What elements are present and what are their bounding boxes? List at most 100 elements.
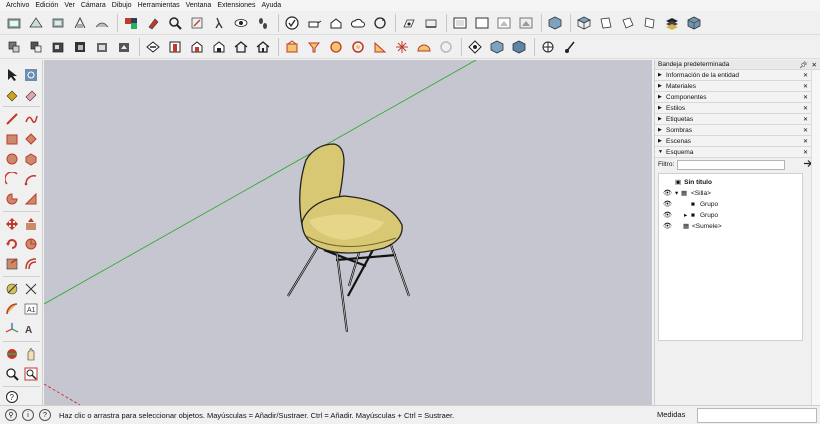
select-icon[interactable]	[3, 66, 21, 84]
eye-icon[interactable]	[231, 13, 251, 33]
close-icon[interactable]: ✕	[803, 94, 808, 101]
flip-edge-icon[interactable]	[414, 37, 434, 57]
right-view-icon[interactable]	[618, 13, 638, 33]
three-point-arc-icon[interactable]	[22, 190, 40, 208]
back-edges-icon[interactable]	[472, 13, 492, 33]
lock-icon[interactable]	[92, 37, 112, 57]
close-icon[interactable]: ✕	[803, 116, 808, 123]
offset-icon[interactable]	[22, 255, 40, 273]
close-icon[interactable]: ✕	[803, 127, 808, 134]
iso-view-icon[interactable]	[545, 13, 565, 33]
panel-entity-info[interactable]: ▶ Información de la entidad ✕	[655, 69, 820, 80]
intersect-icon[interactable]	[304, 37, 324, 57]
save-icon[interactable]	[436, 37, 456, 57]
search-icon[interactable]	[165, 13, 185, 33]
back-view-icon[interactable]	[640, 13, 660, 33]
section-display-icon[interactable]	[421, 13, 441, 33]
scale-icon[interactable]	[3, 255, 21, 273]
add-detail-icon[interactable]	[253, 37, 273, 57]
outliner-item-silla[interactable]: 👁︎ ▾ ▦ <Silla>	[659, 188, 799, 198]
split-icon[interactable]	[392, 37, 412, 57]
warehouse-icon[interactable]	[326, 13, 346, 33]
outliner-item-sumele[interactable]: 👁︎ ▦ <Sumele>	[659, 221, 799, 231]
orbit-tool-icon[interactable]	[3, 345, 21, 363]
hidden-line-icon[interactable]	[516, 13, 536, 33]
monochrome-icon[interactable]	[684, 13, 704, 33]
credits-icon[interactable]: i	[22, 409, 34, 421]
visibility-eye-icon[interactable]: 👁︎	[663, 200, 672, 208]
menu-ayuda[interactable]: Ayuda	[258, 0, 284, 11]
panel-shadows[interactable]: ▶ Sombras ✕	[655, 124, 820, 135]
shaded-icon[interactable]	[662, 13, 682, 33]
cloud-icon[interactable]	[348, 13, 368, 33]
front-view-icon[interactable]	[596, 13, 616, 33]
orbit-icon[interactable]	[465, 37, 485, 57]
menu-ver[interactable]: Ver	[61, 0, 78, 11]
pan-icon[interactable]	[487, 37, 507, 57]
top-view-icon[interactable]	[574, 13, 594, 33]
dimension-tool-icon[interactable]	[22, 280, 40, 298]
toggle-terrain-icon[interactable]	[560, 37, 580, 57]
wireframe-icon[interactable]	[494, 13, 514, 33]
pan-tool-icon[interactable]	[22, 345, 40, 363]
menu-camara[interactable]: Cámara	[78, 0, 109, 11]
zoom-icon[interactable]	[509, 37, 529, 57]
expand-arrow-icon[interactable]: ▾	[675, 189, 678, 197]
help-icon[interactable]: ?	[3, 388, 21, 406]
close-icon[interactable]: ✕	[803, 83, 808, 90]
protractor-icon[interactable]	[48, 13, 68, 33]
rotate-icon[interactable]	[3, 235, 21, 253]
close-icon[interactable]: ✕	[803, 138, 808, 145]
lasso-icon[interactable]	[22, 66, 40, 84]
follow-me-icon[interactable]	[22, 235, 40, 253]
menu-archivo[interactable]: Archivo	[3, 0, 32, 11]
close-icon[interactable]: ✕	[803, 72, 808, 79]
text-tool-icon[interactable]: A1	[22, 300, 40, 318]
visibility-eye-icon[interactable]: 👁︎	[663, 211, 672, 219]
eraser-icon[interactable]	[22, 86, 40, 104]
xray-icon[interactable]	[450, 13, 470, 33]
outliner-item-grupo-1[interactable]: 👁︎ ■ Grupo	[659, 199, 799, 209]
paint-bucket-tool-icon[interactable]	[3, 86, 21, 104]
panel-scenes[interactable]: ▶ Escenas ✕	[655, 135, 820, 146]
panel-tags[interactable]: ▶ Etiquetas ✕	[655, 113, 820, 124]
circle-icon[interactable]	[3, 150, 21, 168]
menu-extensiones[interactable]: Extensiones	[214, 0, 258, 11]
axes-tool-icon[interactable]	[3, 320, 21, 338]
subtract-icon[interactable]	[348, 37, 368, 57]
pie-icon[interactable]	[3, 190, 21, 208]
menu-dibujo[interactable]: Dibujo	[109, 0, 135, 11]
explode-icon[interactable]	[70, 37, 90, 57]
visibility-eye-icon[interactable]: 👁︎	[663, 189, 672, 197]
look-around-icon[interactable]	[187, 13, 207, 33]
expand-arrow-icon[interactable]: ▸	[684, 211, 687, 219]
text-icon[interactable]	[70, 13, 90, 33]
outliner-item-grupo-2[interactable]: 👁︎ ▸ ■ Grupo	[659, 210, 799, 220]
tray-scrollbar[interactable]	[811, 70, 820, 405]
line-icon[interactable]	[3, 110, 21, 128]
sandbox-contours-icon[interactable]	[114, 37, 134, 57]
panel-materials[interactable]: ▶ Materiales ✕	[655, 80, 820, 91]
tape-measure-tool-icon[interactable]	[3, 280, 21, 298]
stamp-icon[interactable]	[187, 37, 207, 57]
close-icon[interactable]: ✕	[812, 61, 817, 69]
add-location-icon[interactable]	[538, 37, 558, 57]
menu-herramientas[interactable]: Herramientas	[135, 0, 183, 11]
panel-outliner[interactable]: ▼ Esquema ✕	[655, 146, 820, 157]
push-pull-icon[interactable]	[22, 215, 40, 233]
menu-ventana[interactable]: Ventana	[183, 0, 215, 11]
sandbox-scratch-icon[interactable]	[143, 37, 163, 57]
zoom-extents-icon[interactable]	[22, 365, 40, 383]
move-icon[interactable]	[3, 215, 21, 233]
component-icon[interactable]	[4, 37, 24, 57]
outliner-root[interactable]: ▣ Sin título	[675, 177, 712, 187]
walk-icon[interactable]	[209, 13, 229, 33]
geo-location-icon[interactable]: ⚲	[5, 409, 17, 421]
footprint-icon[interactable]	[253, 13, 273, 33]
solid-outer-shell-icon[interactable]	[282, 37, 302, 57]
union-icon[interactable]	[326, 37, 346, 57]
drape-icon[interactable]	[209, 37, 229, 57]
dimension-icon[interactable]	[26, 13, 46, 33]
trim-icon[interactable]	[370, 37, 390, 57]
arc-icon[interactable]	[3, 170, 21, 188]
